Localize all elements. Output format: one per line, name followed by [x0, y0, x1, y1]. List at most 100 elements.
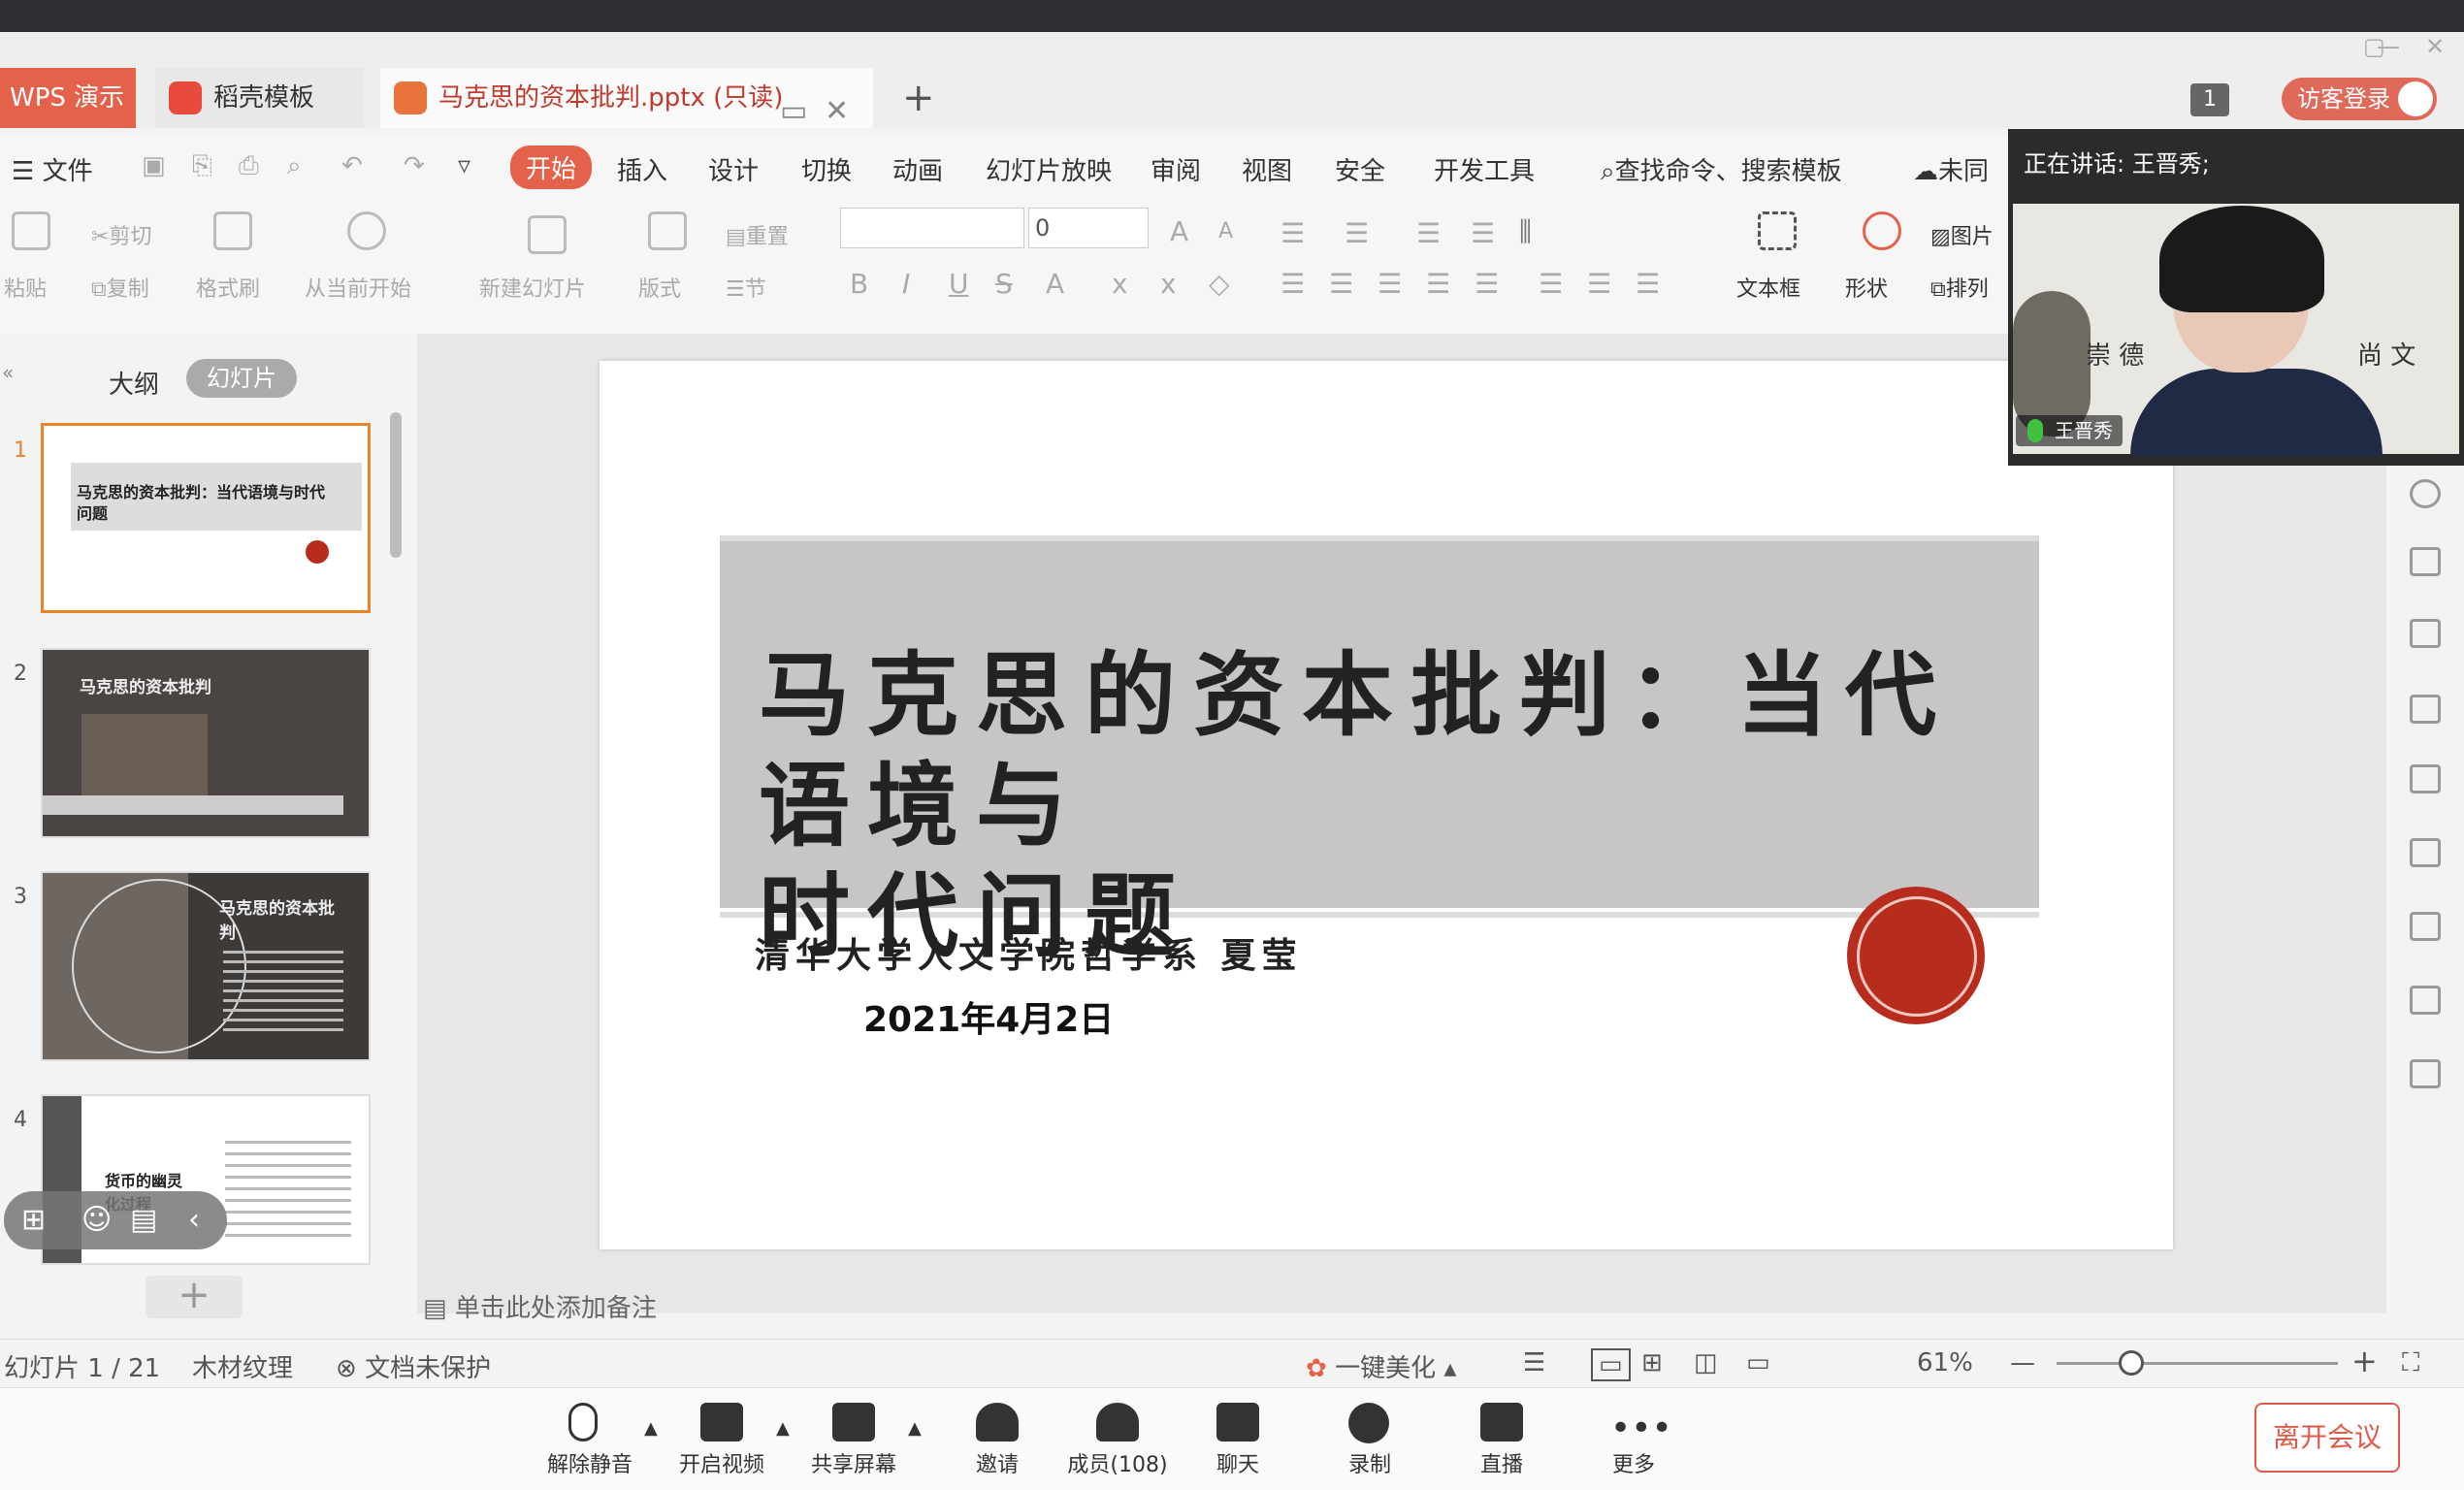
- slide-date[interactable]: 2021年4月2日: [863, 991, 1114, 1042]
- menu-design[interactable]: 设计: [708, 151, 759, 187]
- grid-icon[interactable]: ⊞: [21, 1203, 46, 1237]
- format-painter-label[interactable]: 格式刷: [196, 272, 260, 303]
- reading-view-icon[interactable]: ◫: [1694, 1348, 1718, 1377]
- file-pane-icon[interactable]: [2410, 986, 2441, 1015]
- menu-insert[interactable]: 插入: [617, 151, 667, 187]
- font-size-select[interactable]: 0: [1028, 208, 1149, 248]
- paste-icon[interactable]: [12, 211, 50, 250]
- paste-button-label[interactable]: 粘贴: [4, 272, 47, 303]
- play-from-current-icon[interactable]: [347, 211, 386, 250]
- menu-home[interactable]: 开始: [510, 146, 593, 189]
- new-slide-label[interactable]: 新建幻灯片: [479, 272, 586, 303]
- leave-meeting-button[interactable]: 离开会议: [2254, 1403, 2400, 1473]
- menu-animation[interactable]: 动画: [892, 151, 943, 187]
- maximize-icon[interactable]: ▢: [2363, 33, 2385, 60]
- shape-icon[interactable]: [1863, 211, 1901, 250]
- slide-subtitle[interactable]: 清华大学人文学院哲学系 夏莹: [755, 927, 1303, 978]
- chevron-left-icon[interactable]: ‹: [188, 1203, 200, 1237]
- reset-button[interactable]: ▤重置: [726, 219, 789, 250]
- notes-toggle-icon[interactable]: ☰: [1523, 1348, 1545, 1377]
- members-button[interactable]: 成员(108): [1059, 1447, 1176, 1478]
- slide-thumbnail-3[interactable]: 马克思的资本批判: [41, 871, 371, 1061]
- shape-label[interactable]: 形状: [1845, 272, 1888, 303]
- print-preview-icon[interactable]: ⌕: [287, 151, 302, 181]
- cloud-sync[interactable]: ☁未同: [1913, 151, 1989, 187]
- bullet-list-icon[interactable]: ☰: [1281, 217, 1305, 249]
- document-protection[interactable]: ⊗ 文档未保护: [336, 1348, 491, 1384]
- text-align-icon[interactable]: ☰: [1636, 268, 1660, 300]
- justify-icon[interactable]: ☰: [1426, 268, 1450, 300]
- outdent-icon[interactable]: ☰: [1471, 217, 1495, 249]
- notification-badge[interactable]: 1: [2190, 83, 2229, 116]
- panel-scrollbar[interactable]: [390, 412, 402, 558]
- chart-pane-icon[interactable]: [2410, 695, 2441, 724]
- font-color-icon[interactable]: A: [1046, 268, 1064, 300]
- tab-templates[interactable]: 稻壳模板: [155, 68, 364, 128]
- menu-transition[interactable]: 切换: [801, 151, 852, 187]
- invite-button[interactable]: 邀请: [939, 1447, 1055, 1478]
- redo-icon[interactable]: ↷: [404, 151, 425, 180]
- tab-slides[interactable]: 幻灯片: [186, 359, 297, 398]
- command-search[interactable]: ⌕查找命令、搜索模板: [1601, 151, 1842, 187]
- more-button[interactable]: 更多: [1575, 1447, 1692, 1478]
- record-icon[interactable]: [1348, 1403, 1389, 1443]
- shapes-pane-icon[interactable]: [2410, 479, 2441, 508]
- textbox-icon[interactable]: [1758, 211, 1797, 250]
- save-icon[interactable]: ▣: [142, 151, 166, 180]
- live-stream-button[interactable]: 直播: [1443, 1447, 1560, 1478]
- members-icon[interactable]: [1096, 1403, 1139, 1441]
- italic-icon[interactable]: I: [902, 268, 910, 300]
- font-family-select[interactable]: [840, 208, 1024, 248]
- slide-title[interactable]: 马克思的资本批判：当代语境与 时代问题: [759, 640, 2010, 972]
- print-icon[interactable]: ⎙: [239, 151, 259, 181]
- arrange-button[interactable]: ⧉排列: [1930, 272, 1989, 303]
- share-options-caret-icon[interactable]: ▲: [908, 1418, 922, 1439]
- more-icon[interactable]: •••: [1610, 1409, 1672, 1448]
- columns-icon[interactable]: ☰: [1539, 268, 1563, 300]
- layout-icon[interactable]: [648, 211, 687, 250]
- increase-font-icon[interactable]: A: [1170, 215, 1188, 247]
- strikethrough-icon[interactable]: S: [995, 268, 1013, 300]
- new-slide-icon[interactable]: [528, 215, 567, 254]
- slide-thumbnail-1[interactable]: 马克思的资本批判：当代语境与时代问题: [41, 423, 371, 613]
- align-left-icon[interactable]: ☰: [1281, 268, 1305, 300]
- undo-icon[interactable]: ↶: [341, 151, 363, 180]
- live-stream-icon[interactable]: [1480, 1403, 1523, 1441]
- guest-login-button[interactable]: 访客登录: [2282, 78, 2437, 120]
- clear-format-icon[interactable]: ◇: [1209, 268, 1230, 300]
- microphone-muted-icon[interactable]: [568, 1403, 598, 1441]
- invite-icon[interactable]: [976, 1403, 1019, 1441]
- start-video-button[interactable]: 开启视频: [664, 1447, 780, 1478]
- bold-icon[interactable]: B: [850, 268, 868, 300]
- align-center-icon[interactable]: ☰: [1329, 268, 1353, 300]
- window-restore-icon[interactable]: ▭: [780, 81, 807, 142]
- menu-security[interactable]: 安全: [1335, 151, 1385, 187]
- floating-toolbar[interactable]: ⊞ ☺ ▤ ‹: [4, 1191, 227, 1249]
- underline-icon[interactable]: U: [949, 268, 969, 300]
- customize-dropdown-icon[interactable]: ▿: [458, 151, 470, 180]
- beautify-button[interactable]: ✿ 一键美化 ▴: [1306, 1348, 1456, 1384]
- settings-pane-icon[interactable]: [2410, 764, 2441, 794]
- format-painter-icon[interactable]: [213, 211, 252, 250]
- subscript-icon[interactable]: x: [1160, 268, 1177, 300]
- export-pane-icon[interactable]: [2410, 1059, 2441, 1088]
- indent-icon[interactable]: ☰: [1416, 217, 1441, 249]
- document-pane-icon[interactable]: [2410, 838, 2441, 867]
- menu-developer[interactable]: 开发工具: [1434, 151, 1535, 187]
- unmute-button[interactable]: 解除静音: [532, 1447, 648, 1478]
- menu-view[interactable]: 视图: [1242, 151, 1292, 187]
- record-button[interactable]: 录制: [1312, 1447, 1428, 1478]
- section-button[interactable]: ☰节: [726, 272, 766, 303]
- textbox-label[interactable]: 文本框: [1736, 272, 1800, 303]
- tab-close-button[interactable]: ✕: [825, 81, 849, 142]
- camera-off-icon[interactable]: [700, 1403, 743, 1441]
- tab-wps-app[interactable]: WPS 演示: [0, 68, 136, 128]
- layout-label[interactable]: 版式: [638, 272, 681, 303]
- normal-view-icon[interactable]: ▭: [1591, 1348, 1631, 1381]
- numbered-list-icon[interactable]: ☰: [1345, 217, 1369, 249]
- cut-button[interactable]: ✂剪切: [91, 219, 151, 250]
- window-close-icon[interactable]: ✕: [2425, 33, 2445, 60]
- menu-review[interactable]: 审阅: [1151, 151, 1201, 187]
- zoom-slider-track[interactable]: [2057, 1362, 2338, 1365]
- new-tab-button[interactable]: +: [902, 76, 935, 120]
